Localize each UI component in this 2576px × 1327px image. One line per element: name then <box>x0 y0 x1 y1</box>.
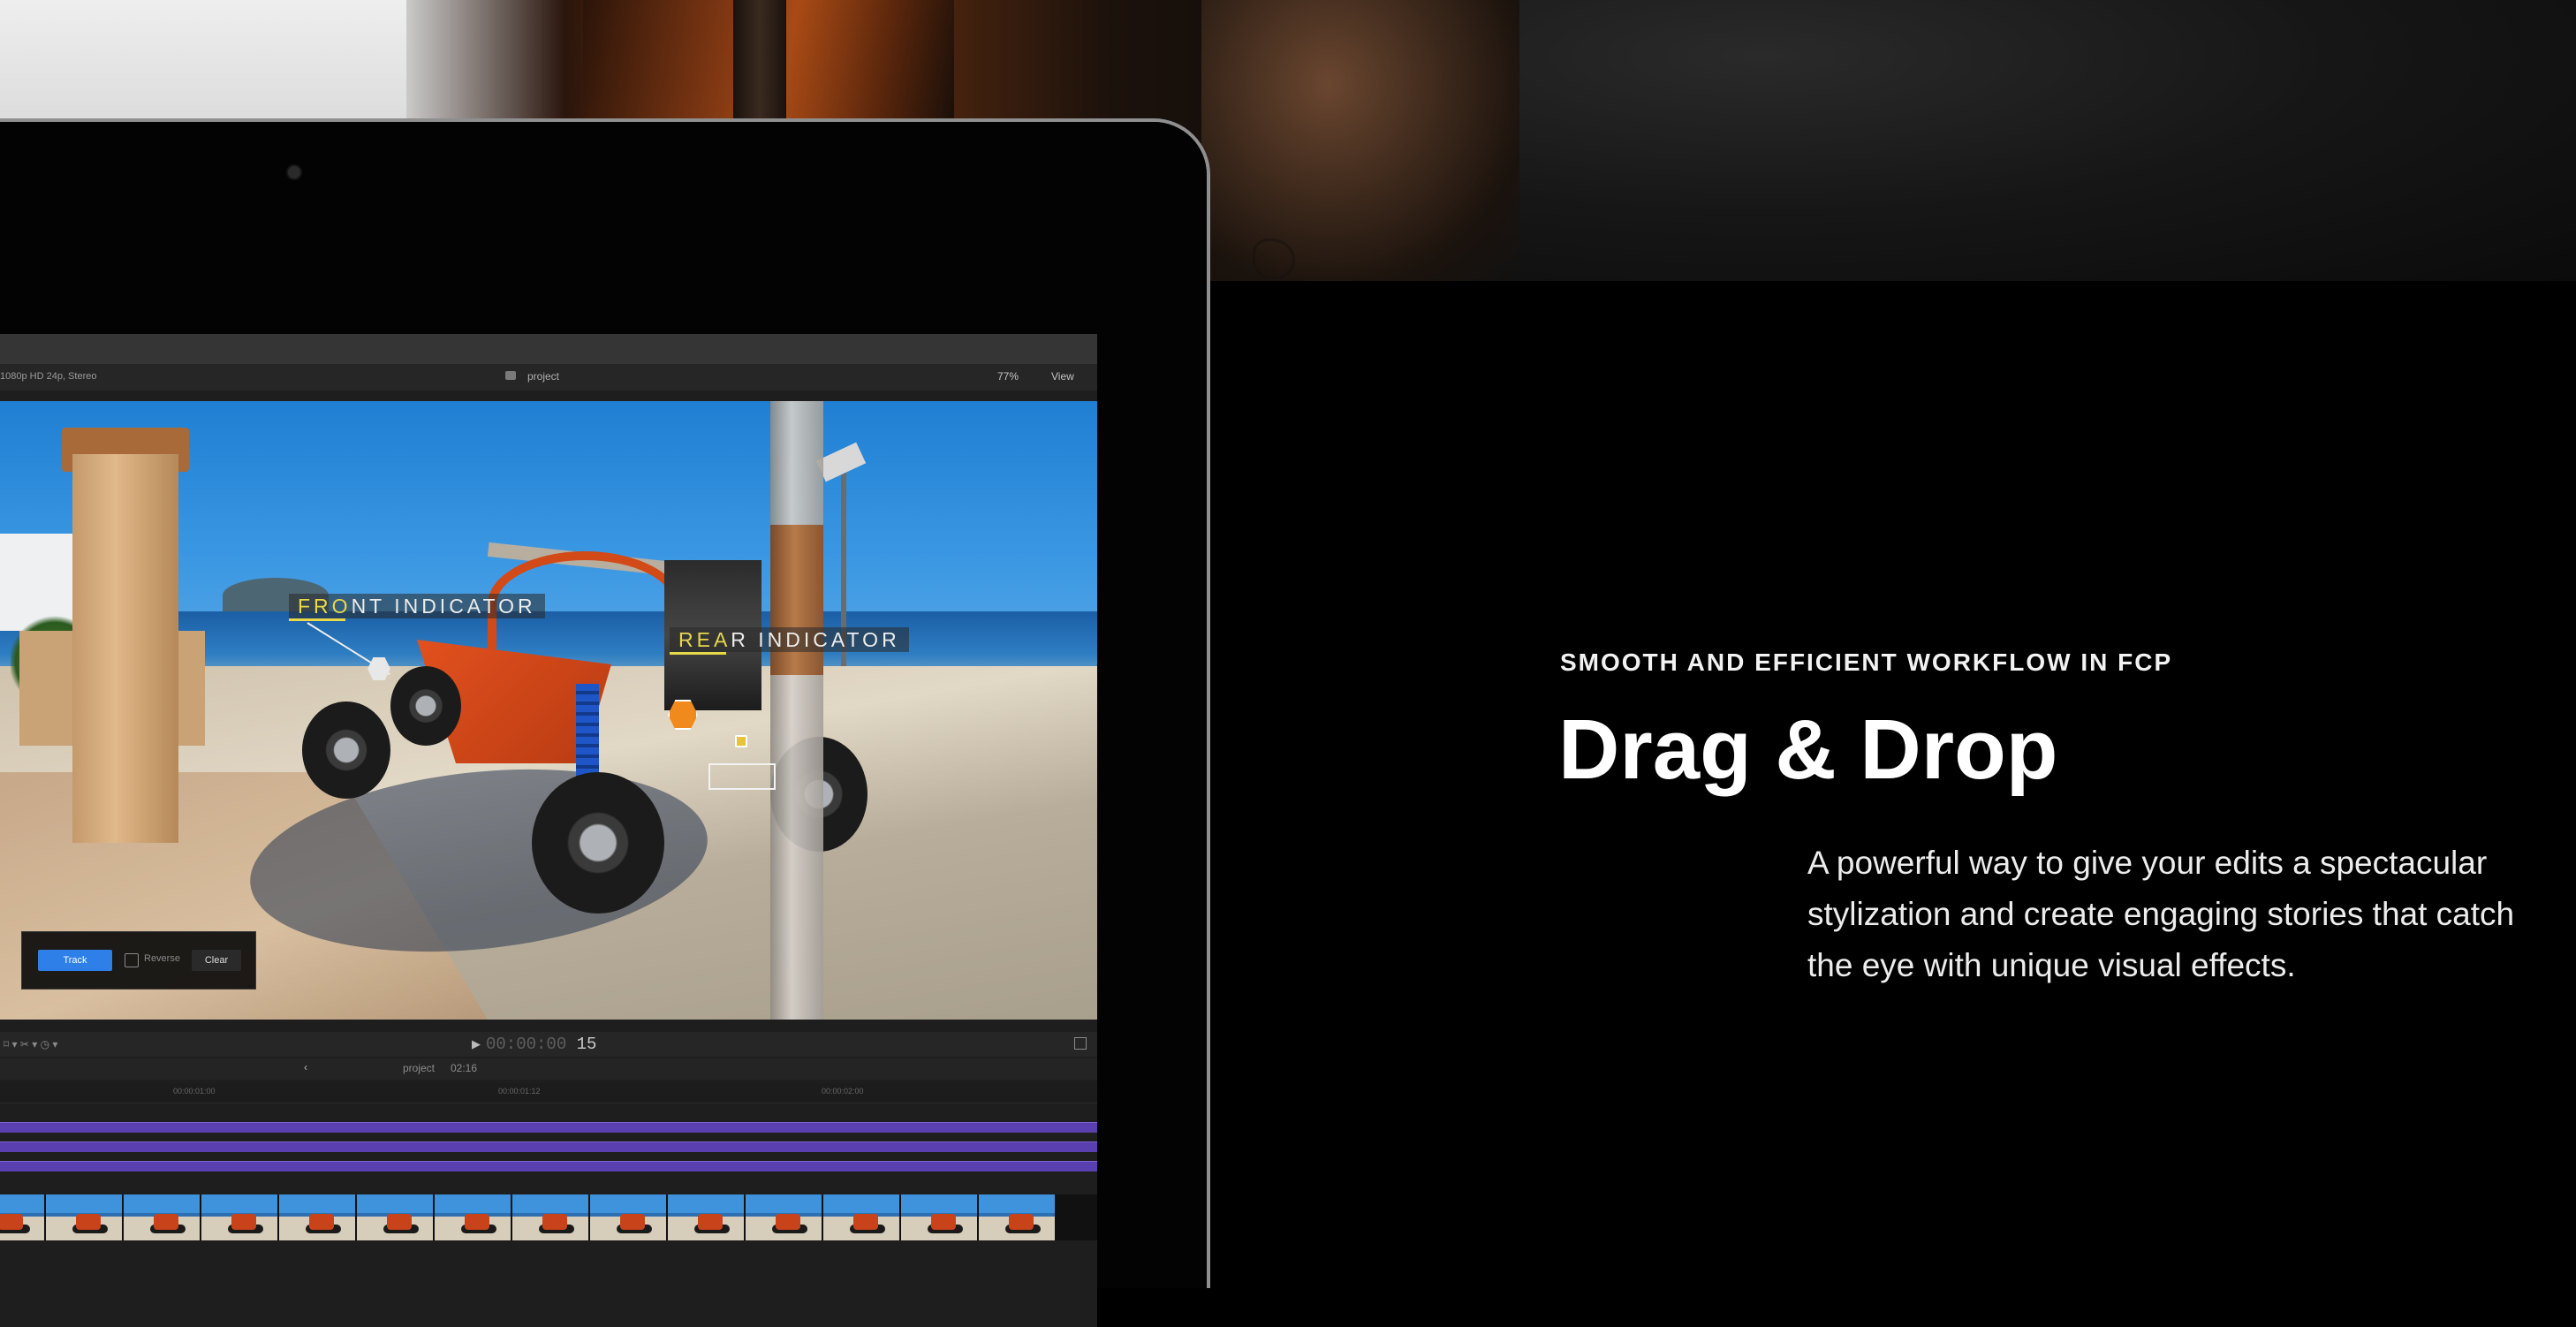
viewer-toolbar: 1080p HD 24p, Stereo project 77% View <box>0 364 1097 391</box>
rear-indicator-highlight: REA <box>678 628 731 651</box>
filmstrip-frame <box>435 1194 511 1240</box>
editor-screen: 1080p HD 24p, Stereo project 77% View FR… <box>0 334 1097 1327</box>
section-body: A powerful way to give your edits a spec… <box>1807 845 2515 983</box>
webcam-icon <box>286 164 302 180</box>
timecode-base: 00:00:00 <box>486 1035 567 1054</box>
section-headline: Drag & Drop <box>1558 702 2058 797</box>
filmstrip-frame <box>124 1194 200 1240</box>
section-eyebrow: SMOOTH AND EFFICIENT WORKFLOW IN FCP <box>1560 648 2173 676</box>
effect-track-bar[interactable] <box>0 1141 1097 1152</box>
wheel <box>532 772 664 914</box>
video-viewer[interactable]: FRONT INDICATOR REAR INDICATOR Track Rev… <box>0 401 1097 1020</box>
fullscreen-icon[interactable] <box>1074 1037 1087 1050</box>
format-label: 1080p HD 24p, Stereo <box>0 371 97 382</box>
effect-tracks <box>0 1122 1097 1184</box>
track-button[interactable]: Track <box>38 950 112 971</box>
timeline-header: ‹ project 02:16 <box>0 1058 1097 1080</box>
tracker-panel: Track Reverse Clear <box>21 931 256 990</box>
reverse-checkbox[interactable] <box>125 953 139 967</box>
background-wall <box>0 0 406 124</box>
ruler-mark: 00:00:02:00 <box>822 1087 864 1096</box>
effect-track-bar[interactable] <box>0 1122 1097 1133</box>
timecode-display: 00:00:00 15 <box>486 1035 596 1054</box>
tattoo-shape <box>1253 239 1295 279</box>
guitar-neck <box>733 0 786 124</box>
wheel <box>390 666 461 746</box>
pillar <box>72 454 178 843</box>
front-indicator-underline <box>289 618 345 621</box>
clear-button[interactable]: Clear <box>192 950 241 971</box>
foreground-pole <box>770 401 823 1020</box>
zoom-dropdown[interactable]: 77% <box>997 370 1019 383</box>
viewer-project-title: project <box>527 370 560 383</box>
timecode-frames: 15 <box>576 1035 597 1054</box>
filmstrip-frame <box>201 1194 277 1240</box>
effect-track-bar[interactable] <box>0 1161 1097 1172</box>
laptop-mockup: 1080p HD 24p, Stereo project 77% View FR… <box>0 118 1210 1327</box>
filmstrip-frame <box>823 1194 899 1240</box>
track-handle-icon[interactable] <box>735 735 747 747</box>
filmstrip-frame <box>279 1194 355 1240</box>
rear-indicator-label[interactable]: REAR INDICATOR <box>670 627 909 652</box>
filmstrip-frame <box>590 1194 666 1240</box>
play-icon[interactable]: ▶ <box>472 1037 481 1051</box>
rear-indicator-text: R INDICATOR <box>731 628 900 651</box>
front-indicator-highlight: FRO <box>298 595 352 618</box>
front-indicator-label[interactable]: FRONT INDICATOR <box>289 594 545 618</box>
timeline-project-name: project <box>403 1062 436 1074</box>
filmstrip-frame <box>357 1194 433 1240</box>
pole-rust-band <box>770 525 823 675</box>
tool-menus[interactable]: ⌑ ▾ ✂ ▾ ◷ ▾ <box>4 1038 57 1050</box>
filmstrip-frame <box>979 1194 1055 1240</box>
filmstrip-frame <box>46 1194 122 1240</box>
rear-indicator-underline <box>670 652 726 655</box>
editor-titlebar <box>0 334 1097 364</box>
front-indicator-text: NT INDICATOR <box>351 595 536 618</box>
buggy-suspension <box>576 684 599 781</box>
ruler-mark: 00:00:01:00 <box>173 1087 216 1096</box>
background-person <box>1413 0 2576 281</box>
wheel <box>302 701 390 799</box>
view-menu[interactable]: View <box>1051 370 1074 383</box>
timeline-duration: 02:16 <box>451 1062 478 1074</box>
video-filmstrip[interactable] <box>0 1194 1097 1240</box>
filmstrip-frame <box>0 1194 44 1240</box>
filmstrip-frame <box>746 1194 822 1240</box>
filmstrip-frame <box>901 1194 977 1240</box>
ruler-mark: 00:00:01:12 <box>498 1087 541 1096</box>
reverse-label: Reverse <box>144 953 180 964</box>
transport-bar: ⌑ ▾ ✂ ▾ ◷ ▾ ▶ 00:00:00 15 <box>0 1032 1097 1057</box>
filmstrip-frame <box>668 1194 744 1240</box>
clapper-icon <box>505 371 516 380</box>
laptop-bezel: 1080p HD 24p, Stereo project 77% View FR… <box>0 122 1207 1327</box>
timeline-ruler[interactable]: 00:00:01:00 00:00:01:12 00:00:02:00 <box>0 1083 1097 1103</box>
filmstrip-frame <box>512 1194 588 1240</box>
back-chevron-icon[interactable]: ‹ <box>304 1061 307 1073</box>
background-arm <box>1201 0 1519 281</box>
tracking-box[interactable] <box>708 763 776 790</box>
